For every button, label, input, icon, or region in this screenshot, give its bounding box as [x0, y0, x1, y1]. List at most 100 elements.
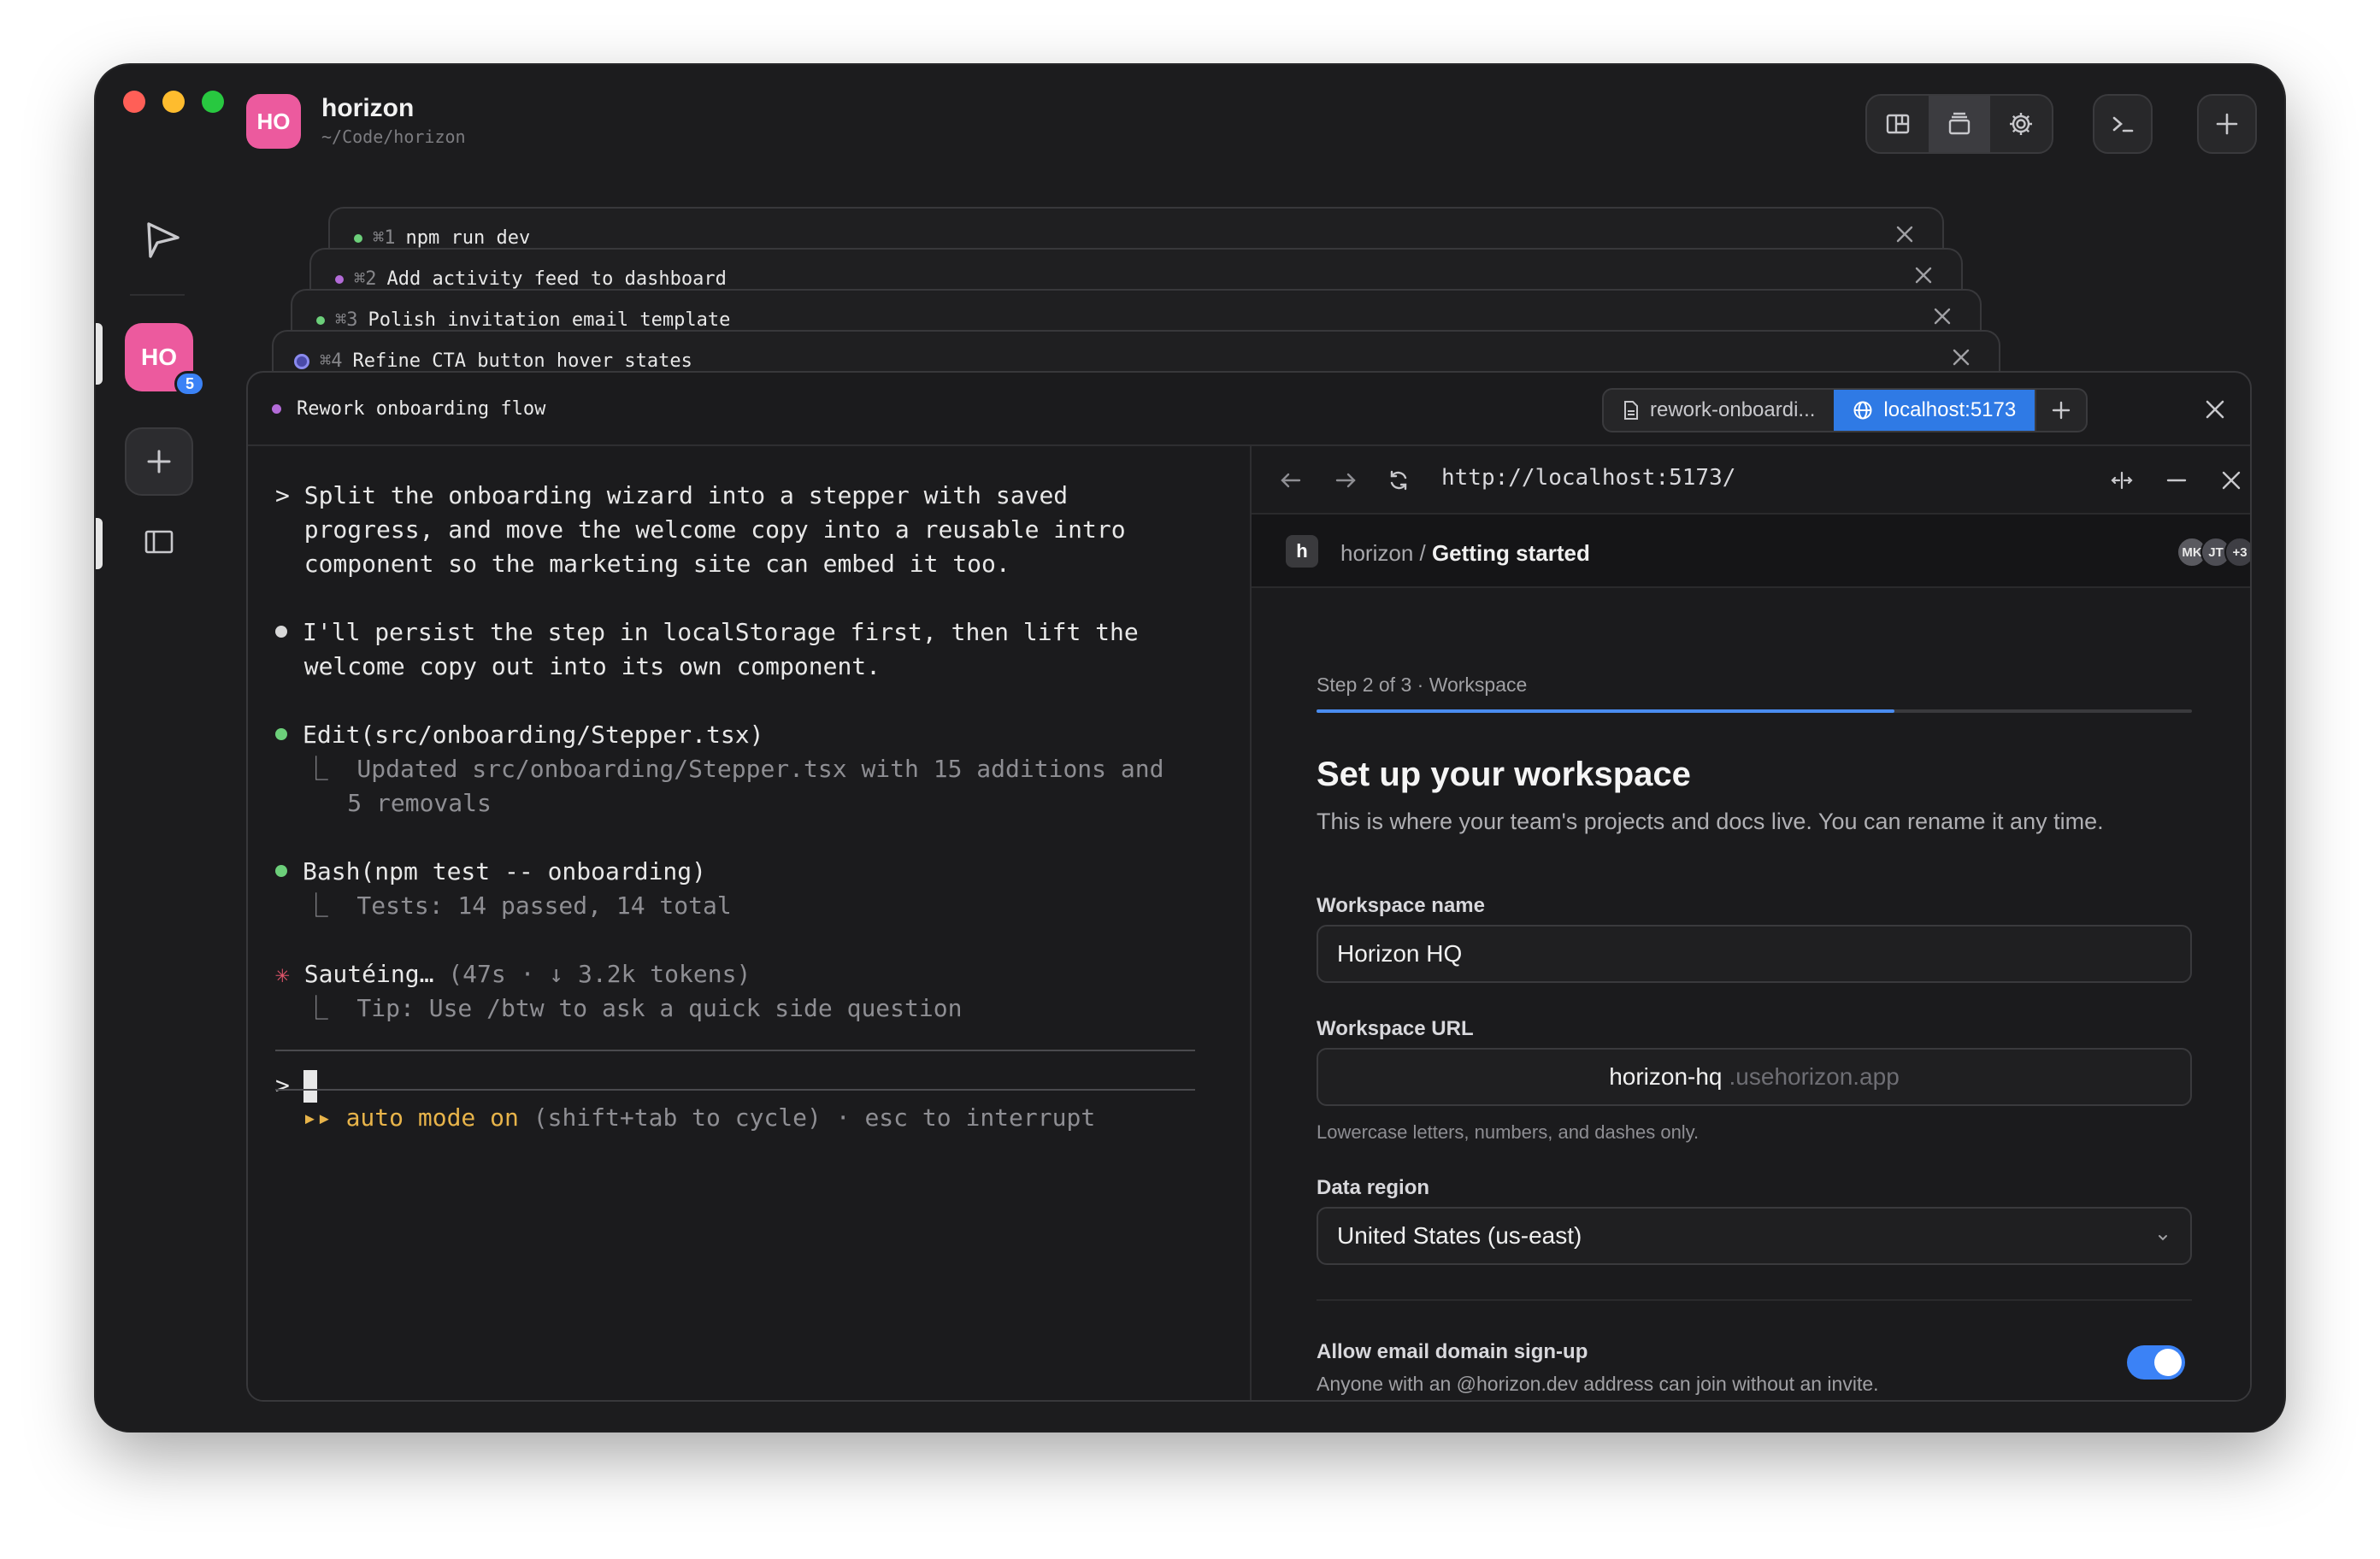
close-icon[interactable]: [1913, 265, 1934, 285]
workspace-url-label: Workspace URL: [1317, 1017, 1474, 1040]
status-line: ✳ Sautéing… (47s · ↓ 3.2k tokens): [275, 957, 751, 991]
minimize-window-button[interactable]: [162, 91, 185, 113]
status-dot: [316, 315, 325, 325]
app-logo-icon[interactable]: [138, 215, 186, 263]
close-icon[interactable]: [2219, 468, 2243, 492]
success-dot-icon: [275, 865, 287, 877]
reply-line: welcome copy out into its own component.: [275, 652, 881, 680]
url-bar[interactable]: http://localhost:5173/: [1441, 465, 1735, 491]
site-logo[interactable]: h: [1286, 535, 1318, 568]
stack-layout-icon: [1948, 112, 1971, 135]
close-icon[interactable]: [1932, 306, 1953, 327]
input-value: Horizon HQ: [1337, 940, 1463, 967]
tab-localhost[interactable]: localhost:5173: [1834, 390, 2035, 431]
tab-file[interactable]: rework-onboardi...: [1604, 390, 1834, 431]
tool-result: 5 removals: [275, 789, 492, 817]
settings-button[interactable]: [1990, 96, 2052, 152]
breadcrumb: horizon / Getting started: [1340, 540, 1590, 567]
globe-icon: [1853, 401, 1872, 420]
zoom-window-button[interactable]: [202, 91, 224, 113]
sidebar-toggle-icon[interactable]: [144, 527, 174, 557]
close-icon[interactable]: [1951, 347, 1971, 368]
status-verb: Sautéing…: [303, 960, 434, 988]
tab-shortcut: ⌘3: [335, 309, 358, 331]
spinner-icon: ✳: [275, 960, 304, 988]
project-avatar[interactable]: HO: [246, 94, 301, 149]
back-icon[interactable]: [1279, 468, 1303, 492]
status-dot: [335, 274, 344, 284]
panel-header: Rework onboarding flow rework-onboardi..…: [248, 373, 2250, 446]
collaborator-avatars[interactable]: MK JT +3: [2177, 537, 2250, 568]
breadcrumb-parent[interactable]: horizon /: [1340, 540, 1432, 566]
tab-label: localhost:5173: [1883, 398, 2017, 421]
minimize-icon[interactable]: [2165, 468, 2189, 492]
panel-title: Rework onboarding flow: [297, 398, 546, 420]
browser-pane: http://localhost:5173/ h horizon / Getti…: [1252, 446, 2250, 1400]
status-meta: (47s · ↓ 3.2k tokens): [433, 960, 751, 988]
signup-label: Allow email domain sign-up: [1317, 1340, 1588, 1363]
browser-toolbar: http://localhost:5173/: [1252, 446, 2250, 515]
page-title: Set up your workspace: [1317, 756, 1691, 793]
divider: [275, 1050, 1195, 1051]
input-line[interactable]: >: [275, 1068, 317, 1103]
tab-label: npm run dev: [405, 227, 531, 249]
new-tab-button[interactable]: [2035, 390, 2086, 431]
add-project-button[interactable]: [125, 427, 193, 496]
app-window: HO horizon ~/Code/horizon HO 5 ⌘1 npm run…: [96, 65, 2284, 1431]
tab-label: Add activity feed to dashboard: [386, 268, 727, 290]
prompt-line: progress, and move the welcome copy into…: [275, 515, 1126, 544]
footer-hint: (shift+tab to cycle) · esc to interrupt: [518, 1103, 1096, 1132]
page-subtitle: This is where your team's projects and d…: [1317, 809, 2104, 834]
tool-call: Bash(npm test -- onboarding): [275, 855, 706, 889]
input-value: horizon-hq: [1609, 1063, 1723, 1090]
url-suffix: .usehorizon.app: [1729, 1063, 1900, 1090]
stack-layout-button[interactable]: [1929, 96, 1990, 152]
signup-toggle[interactable]: [2127, 1345, 2185, 1380]
divider: [1317, 1299, 2192, 1301]
workspace-name-input[interactable]: Horizon HQ: [1317, 925, 2192, 983]
reply-line: I'll persist the step in localStorage fi…: [275, 615, 1139, 650]
chevron-down-icon: [2154, 1224, 2171, 1251]
terminal-pane[interactable]: > Split the onboarding wizard into a ste…: [248, 446, 1252, 1400]
project-path: ~/Code/horizon: [321, 126, 466, 147]
region-select[interactable]: United States (us-east): [1317, 1207, 2192, 1265]
close-icon[interactable]: [1894, 224, 1915, 244]
site-header: h horizon / Getting started MK JT +3: [1252, 515, 2250, 588]
success-dot-icon: [275, 728, 287, 740]
grid-layout-icon: [1886, 114, 1910, 134]
forward-icon[interactable]: [1334, 468, 1358, 492]
text-cursor: [303, 1070, 317, 1103]
reload-icon[interactable]: [1387, 468, 1411, 492]
sidebar-divider: [130, 294, 185, 296]
notification-badge: 5: [174, 371, 205, 397]
active-indicator: [96, 323, 103, 385]
panel-tabs: rework-onboardi... localhost:5173: [1602, 388, 2088, 432]
tab-shortcut: ⌘1: [373, 227, 396, 249]
layout-toolbar: [1865, 94, 2053, 154]
grid-layout-button[interactable]: [1867, 96, 1929, 152]
workspace-name-label: Workspace name: [1317, 894, 1485, 917]
tab-shortcut: ⌘4: [320, 350, 343, 372]
tab-label: Refine CTA button hover states: [352, 350, 692, 372]
workspace-url-input[interactable]: horizon-hq .usehorizon.app: [1317, 1048, 2192, 1106]
progress-fill: [1317, 709, 1894, 713]
breadcrumb-current: Getting started: [1431, 540, 1590, 566]
plus-icon: [147, 450, 171, 474]
close-icon[interactable]: [2204, 398, 2226, 421]
terminal-button[interactable]: [2093, 94, 2153, 154]
tool-result: ⎿ Updated src/onboarding/Stepper.tsx wit…: [275, 755, 1164, 783]
tab-shortcut: ⌘2: [354, 268, 377, 290]
tab-label: rework-onboardi...: [1650, 398, 1816, 421]
resize-icon[interactable]: [2110, 468, 2134, 492]
plus-icon: [2216, 113, 2238, 135]
new-button[interactable]: [2197, 94, 2257, 154]
url-hint: Lowercase letters, numbers, and dashes o…: [1317, 1121, 1700, 1143]
tool-call-text: Edit(src/onboarding/Stepper.tsx): [303, 721, 764, 749]
close-window-button[interactable]: [123, 91, 145, 113]
status-dot: [272, 404, 281, 414]
status-dot: [294, 353, 309, 369]
project-name: horizon: [321, 94, 415, 122]
select-value: United States (us-east): [1337, 1222, 1582, 1249]
toggle-knob: [2154, 1349, 2182, 1376]
file-icon: [1624, 401, 1638, 420]
